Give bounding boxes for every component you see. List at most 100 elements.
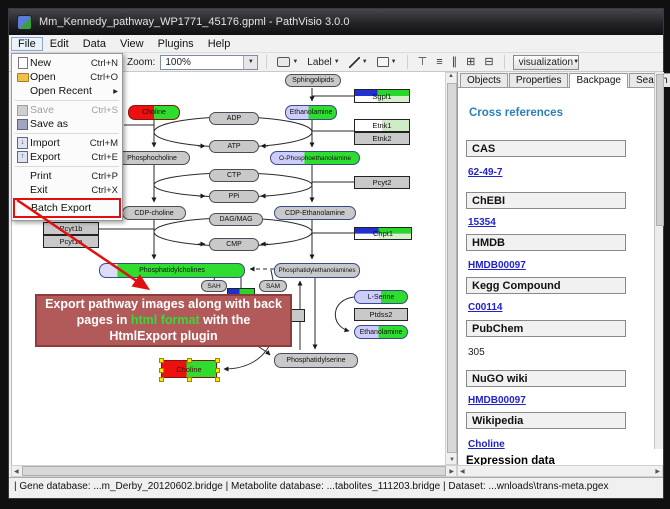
node-cdp-choline[interactable]: CDP-choline <box>122 206 186 220</box>
selection-handle[interactable] <box>159 377 164 382</box>
common-size-button[interactable]: ⊞ <box>464 54 477 70</box>
node-etnk2[interactable]: Etnk2 <box>354 132 410 145</box>
file-menu-print[interactable]: PrintCtrl+P <box>12 169 122 183</box>
link-chebi[interactable]: 15354 <box>468 217 496 228</box>
scrollbar-thumb[interactable] <box>22 466 447 476</box>
app-icon <box>17 15 32 30</box>
menu-edit[interactable]: Edit <box>43 37 76 51</box>
scroll-right-icon[interactable]: ▶ <box>447 468 456 475</box>
node-pcyt1a[interactable]: Pcyt1a <box>43 235 99 248</box>
selection-handle[interactable] <box>159 368 164 373</box>
align-button[interactable]: ⊤ <box>416 54 430 70</box>
tab-properties[interactable]: Properties <box>509 73 569 87</box>
pisd-gene-box-partial[interactable] <box>291 309 305 322</box>
line-tool-button[interactable]: ▼ <box>347 54 370 70</box>
stack-button[interactable]: ≡ <box>434 54 444 70</box>
node-ctp[interactable]: CTP <box>209 169 259 182</box>
node-ethanolamine-bottom[interactable]: Ethanolamine <box>354 325 408 339</box>
link-nugo[interactable]: HMDB00097 <box>468 395 526 406</box>
panel-horizontal-scrollbar[interactable]: ◀ ▶ <box>457 465 663 477</box>
node-cmp[interactable]: CMP <box>209 238 259 251</box>
selection-handle[interactable] <box>187 377 192 382</box>
visualization-combobox[interactable]: visualization ▼ <box>513 55 579 70</box>
scroll-down-icon[interactable]: ▼ <box>449 457 455 463</box>
scroll-left-icon[interactable]: ◀ <box>12 468 21 475</box>
file-menu-new[interactable]: NewCtrl+N <box>12 56 122 70</box>
chevron-down-icon[interactable]: ▼ <box>292 59 298 65</box>
node-adp[interactable]: ADP <box>209 112 259 125</box>
menu-data[interactable]: Data <box>76 37 113 51</box>
file-menu-save[interactable]: SaveCtrl+S <box>12 103 122 117</box>
selection-handle[interactable] <box>215 358 220 363</box>
scroll-left-icon[interactable]: ◀ <box>458 468 467 475</box>
selection-handle[interactable] <box>159 358 164 363</box>
scroll-up-icon[interactable]: ▲ <box>448 73 454 79</box>
node-sam[interactable]: SAM <box>259 280 287 292</box>
chevron-down-icon[interactable]: ▼ <box>243 56 257 69</box>
section-header-wikipedia: Wikipedia <box>466 412 626 429</box>
node-cdp-ethanolamine[interactable]: CDP-Ethanolamine <box>274 206 356 220</box>
menu-file[interactable]: File <box>11 37 43 51</box>
node-phosphatidylcholines[interactable]: Phosphatidylcholines <box>99 263 245 278</box>
gene-node-button[interactable]: ▼ <box>275 54 300 70</box>
link-kegg[interactable]: C00114 <box>468 302 502 313</box>
node-ptdss2[interactable]: Ptdss2 <box>354 308 408 321</box>
node-dag[interactable]: DAG/MAG <box>209 213 263 226</box>
selection-handle[interactable] <box>215 368 220 373</box>
node-ppi[interactable]: PPi <box>209 190 259 203</box>
chevron-down-icon[interactable]: ▼ <box>391 59 397 65</box>
toolbar-separator <box>266 55 267 69</box>
link-cas[interactable]: 62-49-7 <box>468 167 502 178</box>
file-menu-import[interactable]: ↓ ImportCtrl+M <box>12 136 122 150</box>
node-phosphatidylethanolamines[interactable]: Phosphatidylethanolamines <box>274 263 360 278</box>
file-menu-save-as[interactable]: Save as <box>12 117 122 131</box>
menu-plugins[interactable]: Plugins <box>151 37 201 51</box>
scrollbar-thumb[interactable] <box>656 74 664 226</box>
tab-objects[interactable]: Objects <box>460 73 508 87</box>
node-choline-selected[interactable]: Choline <box>161 360 217 378</box>
node-etnk1[interactable]: Etnk1 <box>354 119 410 132</box>
file-menu-exit[interactable]: ExitCtrl+X <box>12 183 122 197</box>
label-tool-button[interactable]: Label ▼ <box>305 54 341 70</box>
panel-vertical-scrollbar[interactable] <box>654 72 663 449</box>
node-l-serine[interactable]: L-Serine <box>354 290 408 304</box>
node-pcyt2[interactable]: Pcyt2 <box>354 176 410 189</box>
file-menu-batch-export[interactable]: Batch Export <box>13 198 121 218</box>
zoom-combobox[interactable]: 100% ▼ <box>160 55 258 70</box>
chevron-down-icon[interactable]: ▼ <box>362 59 368 65</box>
node-phosphocholine[interactable]: Phosphocholine <box>114 151 190 165</box>
file-menu-open-recent[interactable]: Open Recent▸ <box>12 84 122 98</box>
chevron-down-icon[interactable]: ▼ <box>573 56 579 69</box>
file-menu-open[interactable]: OpenCtrl+O <box>12 70 122 84</box>
node-phosphatidylserine[interactable]: Phosphatidylserine <box>274 353 358 368</box>
scrollbar-thumb[interactable] <box>447 83 457 453</box>
node-sgpl1[interactable]: Sgpl1 <box>354 89 410 103</box>
file-menu-export[interactable]: ↑ ExportCtrl+E <box>12 150 122 164</box>
node-sphingolipids[interactable]: Sphingolipids <box>285 74 341 87</box>
menu-view[interactable]: View <box>113 37 151 51</box>
scroll-right-icon[interactable]: ▶ <box>653 468 662 475</box>
node-sah[interactable]: SAH <box>201 280 227 292</box>
callout-highlight: html format <box>131 313 200 327</box>
layout-button[interactable]: ⊟ <box>482 54 495 70</box>
node-pcyt1b[interactable]: Pcyt1b <box>43 222 99 235</box>
selection-handle[interactable] <box>187 358 192 363</box>
selection-handle[interactable] <box>215 377 220 382</box>
menu-help[interactable]: Help <box>201 37 238 51</box>
distribute-button[interactable]: ∥ <box>450 54 460 70</box>
tab-backpage[interactable]: Backpage <box>569 73 627 88</box>
node-chpt1[interactable]: Chpt1 <box>354 227 412 240</box>
link-hmdb[interactable]: HMDB00097 <box>468 260 526 271</box>
node-o-phosphoethanolamine[interactable]: O-Phosphoethanolamine <box>270 151 360 165</box>
canvas-horizontal-scrollbar[interactable]: ◀ ▶ <box>11 465 457 477</box>
shape-tool-button[interactable]: ▼ <box>375 54 399 70</box>
node-atp[interactable]: ATP <box>209 140 259 153</box>
node-ethanolamine-top[interactable]: Ethanolamine <box>285 105 337 120</box>
link-wikipedia[interactable]: Choline <box>468 439 505 450</box>
gene-node-icon <box>277 57 290 67</box>
chevron-down-icon[interactable]: ▼ <box>334 59 340 65</box>
node-choline-top[interactable]: Choline <box>128 105 180 120</box>
app-window: Mm_Kennedy_pathway_WP1771_45176.gpml - P… <box>8 8 664 499</box>
canvas-vertical-scrollbar[interactable]: ▲ ▼ <box>445 72 457 465</box>
shape-tool-icon <box>377 57 389 67</box>
